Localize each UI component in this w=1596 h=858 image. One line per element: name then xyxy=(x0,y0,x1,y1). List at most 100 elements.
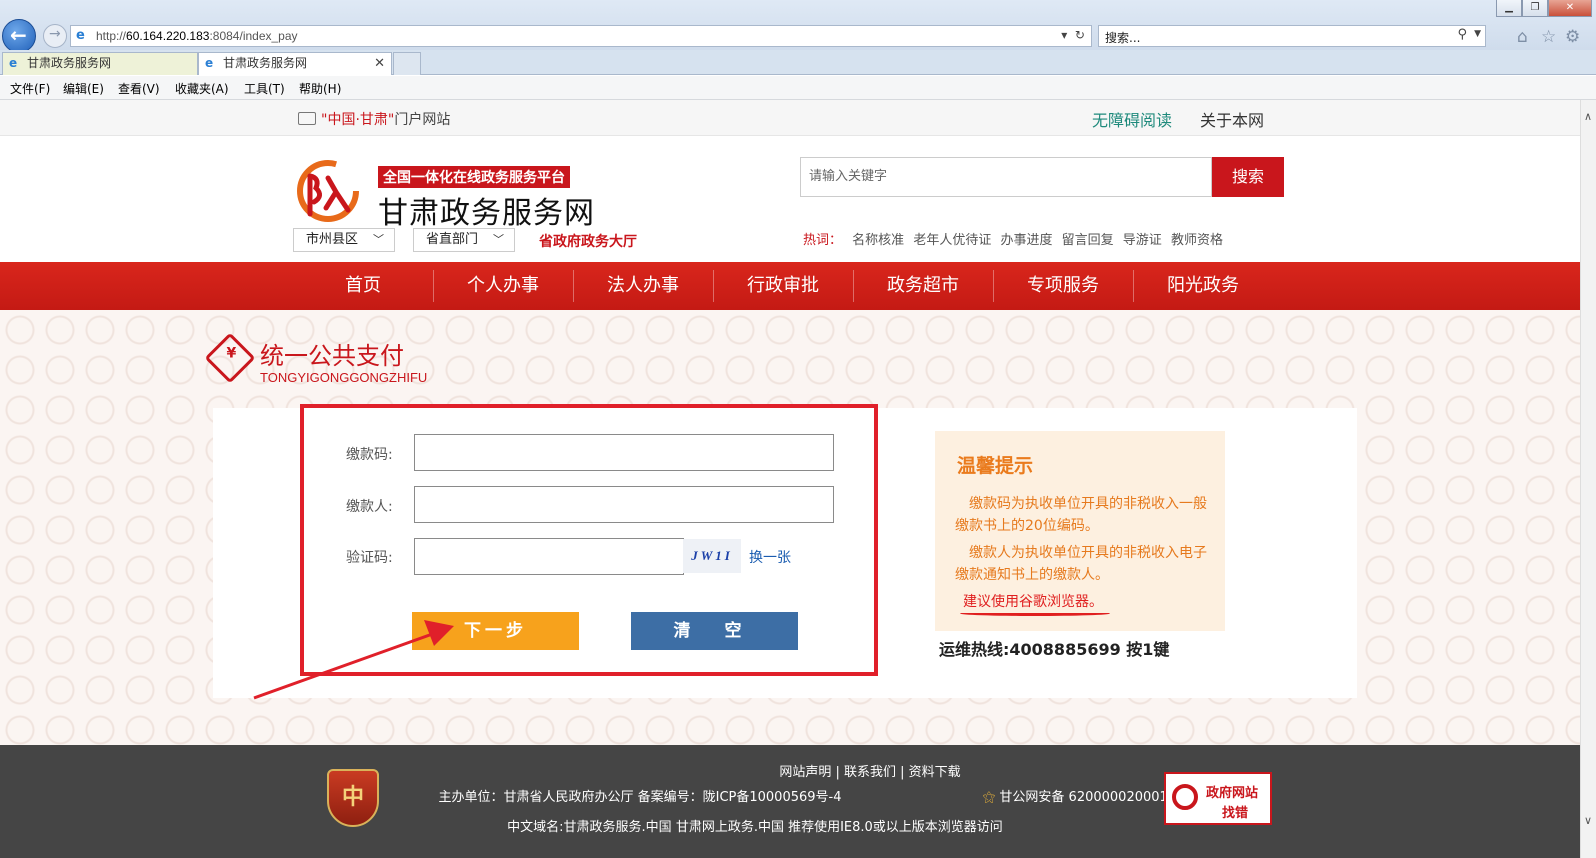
chevron-down-icon: ﹀ xyxy=(373,233,384,246)
menu-view[interactable]: 查看(V) xyxy=(118,80,160,97)
chevron-down-icon[interactable]: ▼ xyxy=(1474,29,1481,39)
home-icon[interactable]: ⌂ xyxy=(1517,27,1528,47)
site-logo[interactable] xyxy=(296,158,360,224)
hotword-link[interactable]: 留言回复 xyxy=(1062,233,1114,248)
hotword-link[interactable]: 老年人优待证 xyxy=(913,233,991,248)
nav-personal[interactable]: 个人办事 xyxy=(433,262,573,310)
portal-link[interactable]: "中国·甘肃"门户网站 xyxy=(298,109,450,129)
address-url: http://60.164.220.183:8084/index_pay xyxy=(96,29,298,43)
footer-police: ⚝ 甘公网安备 62000002000117号 xyxy=(300,786,1580,805)
payer-input[interactable] xyxy=(414,486,834,523)
tips-title: 温馨提示 xyxy=(957,455,1034,477)
about-link[interactable]: 关于本网 xyxy=(1200,107,1264,131)
minimize-button[interactable]: ▁ xyxy=(1496,0,1522,17)
browser-tab-2[interactable]: e 甘肃政务服务网 ✕ xyxy=(198,52,392,75)
payment-code-input[interactable] xyxy=(414,434,834,471)
keyword-search-button[interactable]: 搜索 xyxy=(1212,157,1284,197)
browser-search-box[interactable]: 搜索... ⚲ ▼ xyxy=(1098,25,1486,47)
web-page: "中国·甘肃"门户网站 无障碍阅读 关于本网 全国一体化在线政务服务平台 甘肃政… xyxy=(0,100,1580,858)
hotwords: 热词： 名称核准 老年人优待证 办事进度 留言回复 导游证 教师资格 xyxy=(803,229,1228,248)
gov-site-error-badge[interactable]: 政府网站 找错 xyxy=(1164,772,1272,825)
keyword-search-placeholder: 请输入关键字 xyxy=(809,169,888,184)
main-nav: 首页 个人办事 法人办事 行政审批 政务超市 专项服务 阳光政务 xyxy=(0,262,1580,310)
scroll-up-icon[interactable]: ∧ xyxy=(1584,110,1592,123)
tip-payment-code: 缴款码为执收单位开具的非税收入一般缴款书上的20位编码。 xyxy=(955,496,1207,534)
close-window-button[interactable]: ✕ xyxy=(1548,0,1592,17)
browser-search-placeholder: 搜索... xyxy=(1105,31,1141,45)
hotword-link[interactable]: 办事进度 xyxy=(1000,233,1052,248)
tab-bar: e 甘肃政务服务网 e 甘肃政务服务网 ✕ xyxy=(0,50,1596,75)
nav-market[interactable]: 政务超市 xyxy=(853,262,993,310)
menu-favorites[interactable]: 收藏夹(A) xyxy=(175,80,229,97)
back-button[interactable]: ← xyxy=(2,19,36,53)
nav-special[interactable]: 专项服务 xyxy=(993,262,1133,310)
search-icon[interactable]: ⚲ xyxy=(1457,27,1467,42)
new-tab-button[interactable] xyxy=(393,52,421,75)
browser-titlebar: ▁ ❐ ✕ ← → e http://60.164.220.183:8084/i… xyxy=(0,0,1596,53)
nav-sunshine[interactable]: 阳光政务 xyxy=(1133,262,1273,310)
gov-hall-link[interactable]: 省政府政务大厅 xyxy=(539,231,637,251)
badge-top: 政府网站 xyxy=(1206,786,1259,801)
hotword-link[interactable]: 名称核准 xyxy=(852,233,904,248)
annotation-underline xyxy=(960,611,1110,616)
support-hotline: 运维热线:4008885699 按1键 xyxy=(939,640,1170,659)
tips-box: 温馨提示 缴款码为执收单位开具的非税收入一般缴款书上的20位编码。 缴款人为执收… xyxy=(935,431,1225,631)
nav-corporate[interactable]: 法人办事 xyxy=(573,262,713,310)
maximize-button[interactable]: ❐ xyxy=(1522,0,1548,17)
footer-domains: 中文域名:甘肃政务服务.中国 甘肃网上政务.中国 推荐使用IE8.0或以上版本浏… xyxy=(507,820,1003,835)
browser-tab-1[interactable]: e 甘肃政务服务网 xyxy=(2,52,198,75)
page-title: 统一公共支付 xyxy=(260,342,404,370)
address-tools[interactable]: ▾ ↻ xyxy=(1061,28,1085,42)
footer: 中 网站声明 | 联系我们 | 资料下载 主办单位：甘肃省人民政府办公厅 备案编… xyxy=(0,745,1580,858)
refresh-captcha-link[interactable]: 换一张 xyxy=(749,547,791,567)
tab-label: 甘肃政务服务网 xyxy=(223,56,308,70)
dept-dropdown[interactable]: 省直部门 ﹀ xyxy=(413,228,515,252)
payer-label: 缴款人: xyxy=(346,499,393,515)
site-title: 甘肃政务服务网 xyxy=(378,196,595,231)
ie-page-icon: e xyxy=(76,28,85,43)
city-dropdown[interactable]: 市州县区 ﹀ xyxy=(293,228,395,252)
ie-tab-icon: e xyxy=(9,56,18,70)
menu-file[interactable]: 文件(F) xyxy=(10,80,50,97)
keyword-search-input[interactable]: 请输入关键字 xyxy=(800,157,1212,197)
forward-button[interactable]: → xyxy=(43,24,67,48)
payment-code-label: 缴款码: xyxy=(346,447,393,463)
portal-suffix: 门户网站 xyxy=(394,112,451,128)
nav-home[interactable]: 首页 xyxy=(293,262,433,310)
forward-arrow-icon: → xyxy=(49,26,61,42)
nav-approval[interactable]: 行政审批 xyxy=(713,262,853,310)
chevron-down-icon: ﹀ xyxy=(493,233,504,246)
menu-tools[interactable]: 工具(T) xyxy=(244,80,285,97)
address-bar[interactable]: e http://60.164.220.183:8084/index_pay ▾… xyxy=(70,25,1092,47)
captcha-label: 验证码: xyxy=(346,550,393,566)
ie-tab-icon: e xyxy=(205,56,214,70)
window-controls: ▁ ❐ ✕ xyxy=(1496,0,1592,17)
platform-slogan: 全国一体化在线政务服务平台 xyxy=(378,166,570,188)
portal-quote: "中国·甘肃" xyxy=(321,112,395,128)
magnifier-icon xyxy=(1172,784,1198,810)
tab-label: 甘肃政务服务网 xyxy=(27,56,112,70)
monitor-icon xyxy=(298,112,316,125)
captcha-image[interactable]: JW1I xyxy=(683,539,741,573)
menu-help[interactable]: 帮助(H) xyxy=(299,80,341,97)
next-step-button[interactable]: 下一步 xyxy=(412,612,579,650)
close-tab-icon[interactable]: ✕ xyxy=(374,53,385,74)
favorites-star-icon[interactable]: ☆ xyxy=(1541,27,1556,47)
footer-links[interactable]: 网站声明 | 联系我们 | 资料下载 xyxy=(80,761,1580,780)
menu-edit[interactable]: 编辑(E) xyxy=(63,80,104,97)
dept-dropdown-label: 省直部门 xyxy=(426,232,479,247)
page-subtitle: TONGYIGONGGONGZHIFU xyxy=(260,370,428,385)
hotword-link[interactable]: 教师资格 xyxy=(1171,233,1223,248)
accessible-reading-link[interactable]: 无障碍阅读 xyxy=(1092,107,1172,131)
page-scrollbar[interactable]: ∧ ∨ xyxy=(1580,100,1596,858)
tip-browser: 建议使用谷歌浏览器。 xyxy=(963,594,1103,610)
scroll-down-icon[interactable]: ∨ xyxy=(1584,814,1592,827)
police-badge-icon: ⚝ xyxy=(982,790,996,805)
tip-payer: 缴款人为执收单位开具的非税收入电子缴款通知书上的缴款人。 xyxy=(955,545,1207,583)
city-dropdown-label: 市州县区 xyxy=(306,232,359,247)
hotword-link[interactable]: 导游证 xyxy=(1123,233,1162,248)
clear-button[interactable]: 清 空 xyxy=(631,612,798,650)
gear-icon[interactable]: ⚙ xyxy=(1565,27,1580,47)
hotwords-label: 热词： xyxy=(803,233,843,248)
captcha-input[interactable] xyxy=(414,538,684,575)
